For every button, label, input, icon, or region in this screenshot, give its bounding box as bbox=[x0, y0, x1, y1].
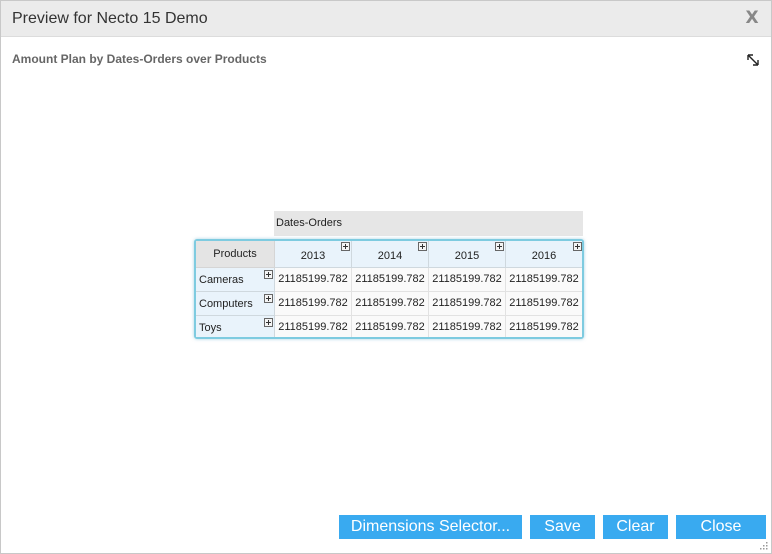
table-cell[interactable]: 21185199.782 bbox=[352, 316, 429, 337]
row-header: Cameras bbox=[196, 268, 275, 292]
title-bar: Preview for Necto 15 Demo X bbox=[1, 1, 771, 37]
resize-grip-icon[interactable] bbox=[760, 542, 768, 550]
table-cell[interactable]: 21185199.782 bbox=[429, 292, 506, 316]
column-header-label: 2016 bbox=[531, 250, 557, 262]
table-cell[interactable]: 21185199.782 bbox=[275, 316, 352, 337]
table-cell[interactable]: 21185199.782 bbox=[506, 292, 582, 316]
row-header-label: Cameras bbox=[199, 274, 244, 286]
expand-icon[interactable] bbox=[745, 52, 761, 68]
expand-plus-icon[interactable] bbox=[418, 242, 427, 251]
close-button[interactable]: Close bbox=[676, 515, 766, 539]
table-cell[interactable]: 21185199.782 bbox=[506, 268, 582, 292]
table-cell[interactable]: 21185199.782 bbox=[352, 268, 429, 292]
column-header: 2015 bbox=[429, 241, 506, 268]
dimensions-selector-button[interactable]: Dimensions Selector... bbox=[339, 515, 522, 539]
expand-plus-icon[interactable] bbox=[264, 270, 273, 279]
row-header-label: Toys bbox=[199, 322, 222, 334]
column-header: 2016 bbox=[506, 241, 582, 268]
preview-dialog: Preview for Necto 15 Demo X Amount Plan … bbox=[0, 0, 772, 554]
save-button[interactable]: Save bbox=[530, 515, 595, 539]
table-cell[interactable]: 21185199.782 bbox=[429, 268, 506, 292]
pivot-table: Products 2013 2014 2015 2016 Cameras 211… bbox=[194, 239, 584, 339]
expand-plus-icon[interactable] bbox=[495, 242, 504, 251]
expand-plus-icon[interactable] bbox=[264, 318, 273, 327]
column-header-label: 2015 bbox=[454, 250, 480, 262]
row-header-label: Computers bbox=[199, 298, 253, 310]
row-dimension-header[interactable]: Products bbox=[196, 241, 275, 268]
table-cell[interactable]: 21185199.782 bbox=[352, 292, 429, 316]
row-dimension-label: Products bbox=[213, 248, 257, 260]
row-header: Toys bbox=[196, 316, 275, 337]
column-header: 2013 bbox=[275, 241, 352, 268]
column-header: 2014 bbox=[352, 241, 429, 268]
column-dimension-header[interactable]: Dates-Orders bbox=[274, 211, 583, 236]
expand-plus-icon[interactable] bbox=[341, 242, 350, 251]
table-cell[interactable]: 21185199.782 bbox=[275, 268, 352, 292]
close-icon[interactable]: X bbox=[743, 8, 761, 28]
column-header-label: 2013 bbox=[300, 250, 326, 262]
expand-plus-icon[interactable] bbox=[573, 242, 582, 251]
dialog-title: Preview for Necto 15 Demo bbox=[12, 10, 208, 27]
row-header: Computers bbox=[196, 292, 275, 316]
table-cell[interactable]: 21185199.782 bbox=[506, 316, 582, 337]
expand-plus-icon[interactable] bbox=[264, 294, 273, 303]
table-cell[interactable]: 21185199.782 bbox=[429, 316, 506, 337]
clear-button[interactable]: Clear bbox=[603, 515, 668, 539]
table-cell[interactable]: 21185199.782 bbox=[275, 292, 352, 316]
report-title: Amount Plan by Dates-Orders over Product… bbox=[12, 52, 267, 66]
column-header-label: 2014 bbox=[377, 250, 403, 262]
